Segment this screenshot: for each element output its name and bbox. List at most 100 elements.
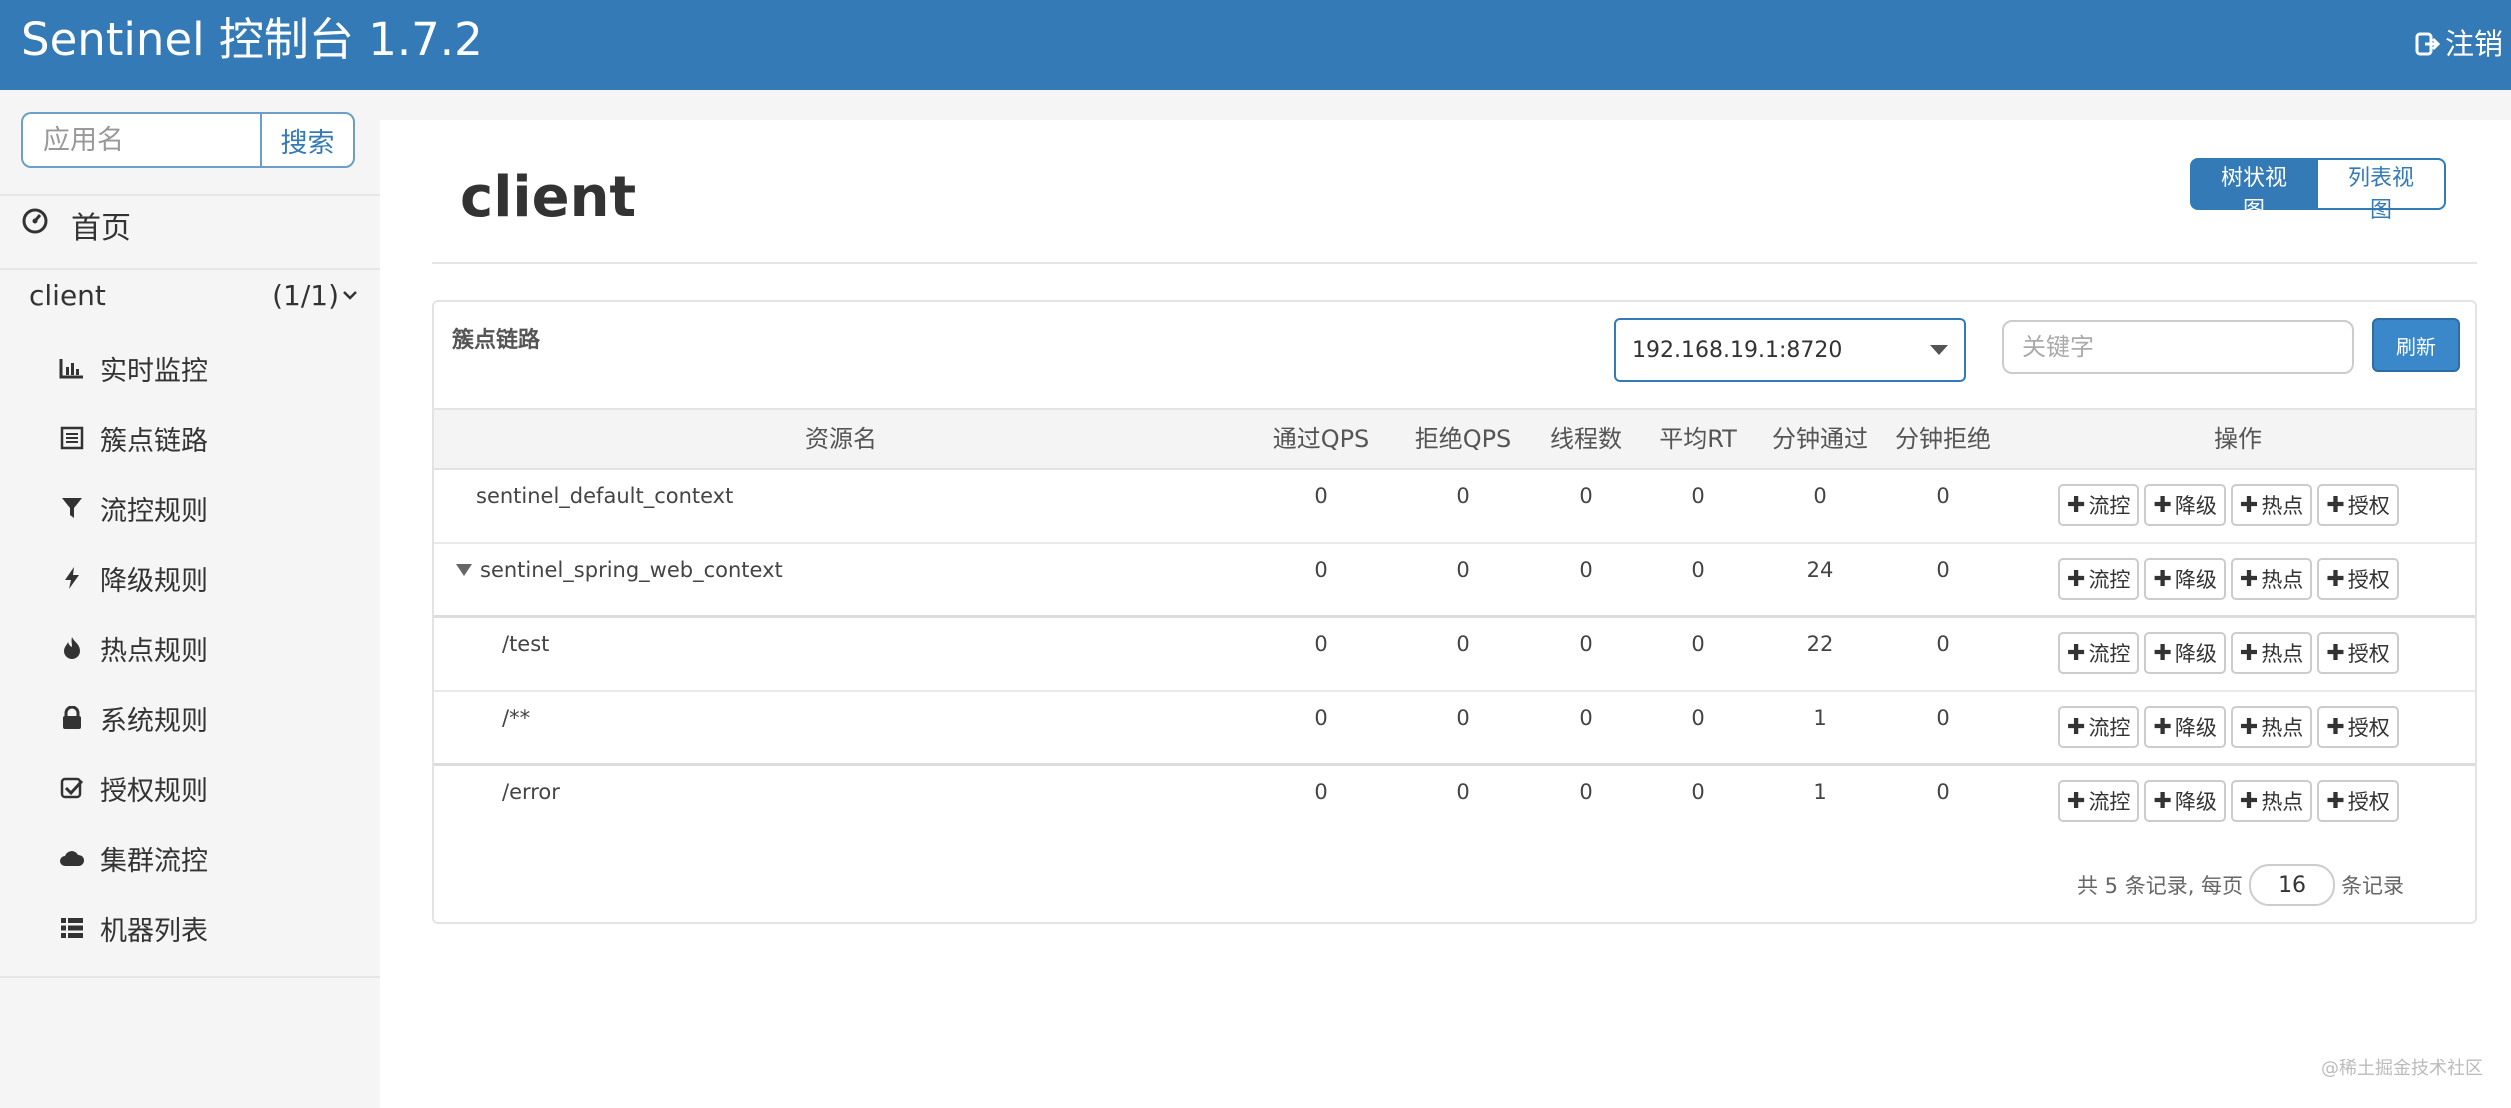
add-flow-rule-button[interactable]: ✚ 流控 [2058, 558, 2140, 600]
sidebar-divider [0, 194, 380, 196]
thread-count: 0 [1579, 706, 1593, 730]
keyword-input[interactable] [2002, 320, 2354, 374]
row-actions: ✚ 流控 ✚ 降级 ✚ 热点 ✚ 授权 [2058, 706, 2399, 748]
page-size-input[interactable] [2249, 864, 2336, 906]
block-qps: 0 [1456, 706, 1470, 730]
add-degrade-rule-button[interactable]: ✚ 降级 [2144, 558, 2226, 600]
sidebar-item-param-flow-rules[interactable]: 热点规则 [58, 613, 208, 683]
plus-icon: ✚ [2326, 714, 2345, 740]
app-title[interactable]: Sentinel 控制台 1.7.2 [21, 10, 483, 70]
op-label: 流控 [2088, 642, 2131, 666]
machine-select-value: 192.168.19.1:8720 [1632, 337, 1843, 363]
sidebar-item-label: 流控规则 [100, 495, 208, 527]
sidebar-item-label: 首页 [71, 211, 131, 246]
refresh-button[interactable]: 刷新 [2372, 318, 2460, 372]
sidebar-item-label: 授权规则 [100, 775, 208, 807]
op-label: 授权 [2347, 790, 2390, 814]
chevron-down-icon [341, 279, 359, 312]
logout-label: 注销 [2444, 27, 2503, 61]
app-search-input[interactable] [21, 112, 260, 168]
plus-icon: ✚ [2153, 788, 2172, 814]
block-qps: 0 [1456, 780, 1470, 804]
logout-link[interactable]: 注销 [2415, 22, 2503, 66]
op-label: 授权 [2347, 494, 2390, 518]
resource-name-text: sentinel_spring_web_context [480, 558, 783, 582]
expand-triangle-icon[interactable] [456, 564, 472, 576]
op-label: 降级 [2174, 494, 2217, 518]
add-degrade-rule-button[interactable]: ✚ 降级 [2144, 780, 2226, 822]
add-flow-rule-button[interactable]: ✚ 流控 [2058, 780, 2140, 822]
app-instance-count: (1/1) [272, 278, 339, 312]
minute-pass: 24 [1806, 558, 1834, 582]
resource-name: /** [502, 706, 530, 730]
resource-name-text: /error [502, 780, 560, 804]
column-header: 操作 [2214, 425, 2262, 453]
op-label: 热点 [2261, 716, 2304, 740]
add-hotspot-rule-button[interactable]: ✚ 热点 [2230, 632, 2313, 674]
resource-name: /error [502, 780, 560, 804]
plus-icon: ✚ [2067, 566, 2086, 592]
add-hotspot-rule-button[interactable]: ✚ 热点 [2230, 558, 2313, 600]
minute-block: 0 [1936, 558, 1950, 582]
thread-count: 0 [1579, 484, 1593, 508]
row-actions: ✚ 流控 ✚ 降级 ✚ 热点 ✚ 授权 [2058, 780, 2399, 822]
op-label: 热点 [2261, 568, 2304, 592]
pagination: 共 5 条记录, 每页 条记录 [2077, 864, 2404, 906]
pager-suffix: 条记录 [2341, 874, 2405, 898]
cloud-icon [58, 844, 86, 872]
op-label: 降级 [2174, 642, 2217, 666]
add-hotspot-rule-button[interactable]: ✚ 热点 [2230, 706, 2313, 748]
block-qps: 0 [1456, 484, 1470, 508]
column-header: 资源名 [805, 425, 877, 453]
sidebar-app-client[interactable]: client (1/1) [29, 270, 359, 320]
add-degrade-rule-button[interactable]: ✚ 降级 [2144, 484, 2226, 526]
avg-rt: 0 [1691, 632, 1705, 656]
add-hotspot-rule-button[interactable]: ✚ 热点 [2230, 484, 2313, 526]
block-qps: 0 [1456, 632, 1470, 656]
sidebar-item-degrade-rules[interactable]: 降级规则 [58, 543, 208, 613]
list-view-button[interactable]: 列表视图 [2318, 158, 2446, 223]
add-degrade-rule-button[interactable]: ✚ 降级 [2144, 706, 2226, 748]
resource-card: 簇点链路 192.168.19.1:8720 刷新 资源名 通过QPS 拒绝QP… [432, 300, 2477, 924]
add-authority-rule-button[interactable]: ✚ 授权 [2317, 558, 2399, 600]
plus-icon: ✚ [2067, 492, 2086, 518]
column-header: 分钟通过 [1772, 425, 1868, 453]
sidebar-item-flow-rules[interactable]: 流控规则 [58, 473, 208, 543]
add-authority-rule-button[interactable]: ✚ 授权 [2317, 632, 2399, 674]
op-label: 流控 [2088, 790, 2131, 814]
add-flow-rule-button[interactable]: ✚ 流控 [2058, 706, 2140, 748]
add-flow-rule-button[interactable]: ✚ 流控 [2058, 632, 2140, 674]
plus-icon: ✚ [2326, 492, 2345, 518]
sidebar-item-metric[interactable]: 实时监控 [58, 333, 208, 403]
plus-icon: ✚ [2239, 640, 2259, 666]
pass-qps: 0 [1314, 706, 1328, 730]
add-authority-rule-button[interactable]: ✚ 授权 [2317, 484, 2399, 526]
sidebar-item-identity[interactable]: 簇点链路 [58, 403, 208, 473]
add-degrade-rule-button[interactable]: ✚ 降级 [2144, 632, 2226, 674]
thread-count: 0 [1579, 558, 1593, 582]
resource-name-text: sentinel_default_context [476, 484, 734, 508]
check-icon [58, 774, 86, 802]
pager-prefix: 共 5 条记录, 每页 [2077, 874, 2244, 898]
sidebar-item-home[interactable]: 首页 [21, 200, 131, 250]
sidebar-item-authority-rules[interactable]: 授权规则 [58, 753, 208, 823]
minute-pass: 1 [1813, 780, 1827, 804]
tree-view-button[interactable]: 树状视图 [2190, 158, 2318, 223]
top-navbar: Sentinel 控制台 1.7.2 注销 [0, 0, 2511, 90]
plus-icon: ✚ [2067, 714, 2086, 740]
app-search: 搜索 [21, 112, 355, 168]
op-label: 授权 [2347, 568, 2390, 592]
add-authority-rule-button[interactable]: ✚ 授权 [2317, 706, 2399, 748]
sidebar-item-system-rules[interactable]: 系统规则 [58, 683, 208, 753]
sidebar-item-cluster-flow[interactable]: 集群流控 [58, 823, 208, 893]
sidebar-item-label: 机器列表 [100, 915, 208, 947]
op-label: 授权 [2347, 716, 2390, 740]
machine-select[interactable]: 192.168.19.1:8720 [1614, 318, 1966, 382]
add-authority-rule-button[interactable]: ✚ 授权 [2317, 780, 2399, 822]
plus-icon: ✚ [2067, 788, 2086, 814]
add-hotspot-rule-button[interactable]: ✚ 热点 [2230, 780, 2313, 822]
app-search-button[interactable]: 搜索 [260, 112, 355, 168]
page-title: client [460, 165, 637, 230]
add-flow-rule-button[interactable]: ✚ 流控 [2058, 484, 2140, 526]
sidebar-item-machine-list[interactable]: 机器列表 [58, 893, 208, 963]
